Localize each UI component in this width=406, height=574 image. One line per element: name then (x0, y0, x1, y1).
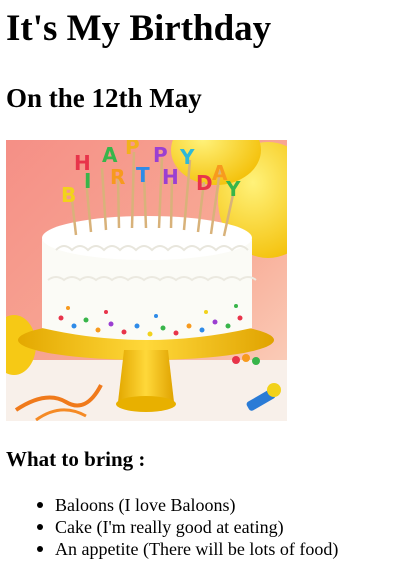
bullet-icon (37, 546, 43, 552)
svg-text:R: R (110, 165, 125, 189)
svg-text:B: B (61, 183, 76, 207)
birthday-cake-image: B H I A R P T P H Y D A Y (6, 140, 287, 421)
page-subtitle: On the 12th May (6, 83, 202, 113)
svg-text:D: D (196, 171, 213, 195)
list-item-text: Cake (I'm really good at eating) (55, 517, 284, 537)
svg-text:P: P (153, 143, 168, 167)
svg-text:Y: Y (179, 145, 195, 169)
svg-text:I: I (84, 169, 91, 193)
list-item: Cake (I'm really good at eating) (37, 516, 338, 538)
bring-list: Baloons (I love Baloons) Cake (I'm reall… (6, 494, 338, 560)
list-item-text: An appetite (There will be lots of food) (55, 539, 339, 559)
svg-text:P: P (125, 140, 140, 159)
list-item: Baloons (I love Baloons) (37, 494, 338, 516)
svg-text:Y: Y (225, 177, 241, 201)
svg-text:H: H (162, 165, 179, 189)
svg-text:T: T (136, 163, 150, 187)
bullet-icon (37, 524, 43, 530)
list-item: An appetite (There will be lots of food) (37, 538, 339, 560)
list-item-text: Baloons (I love Baloons) (55, 495, 236, 515)
bullet-icon (37, 502, 43, 508)
svg-text:A: A (102, 143, 118, 167)
bring-heading: What to bring : (6, 447, 146, 471)
page-title: It's My Birthday (6, 8, 272, 49)
